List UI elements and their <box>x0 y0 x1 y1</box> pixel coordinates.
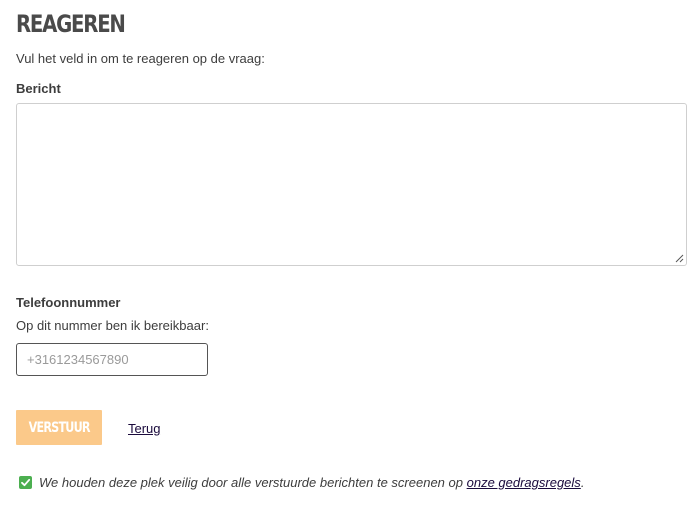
submit-button[interactable]: VERSTUUR <box>16 410 102 445</box>
notice-suffix: . <box>580 475 585 490</box>
notice-text: We houden deze plek veilig door alle ver… <box>39 475 463 490</box>
back-link[interactable]: Terug <box>128 421 161 436</box>
moderation-notice: We houden deze plek veilig door alle ver… <box>19 475 584 490</box>
phone-hint: Op dit nummer ben ik bereikbaar: <box>16 318 209 333</box>
message-label: Bericht <box>16 81 61 96</box>
phone-label: Telefoonnummer <box>16 295 121 310</box>
resize-handle-icon[interactable] <box>675 254 684 263</box>
message-textarea[interactable] <box>16 103 687 266</box>
phone-input[interactable] <box>16 343 208 376</box>
rules-link[interactable]: onze gedragsregels <box>467 475 581 490</box>
page-title: REAGEREN <box>16 10 126 38</box>
submit-button-label: VERSTUUR <box>28 419 90 436</box>
intro-text: Vul het veld in om te reageren op de vra… <box>16 51 265 66</box>
checkmark-box-icon <box>19 476 32 489</box>
